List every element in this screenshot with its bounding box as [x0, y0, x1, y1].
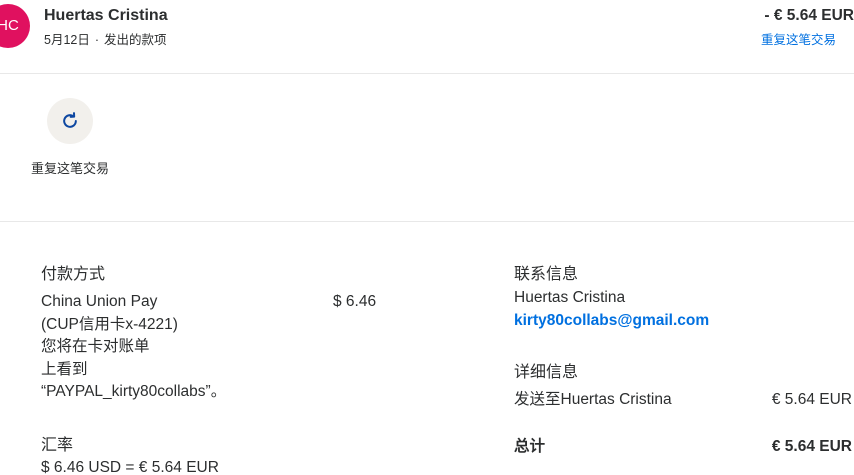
transaction-meta: 5月12日 · 发出的款项 — [44, 29, 167, 48]
contact-name: Huertas Cristina — [514, 289, 626, 306]
payment-amount: $ 6.46 — [333, 293, 377, 310]
transaction-date: 5月12日 — [44, 33, 90, 47]
divider — [0, 73, 854, 74]
repeat-icon-circle[interactable] — [47, 98, 93, 144]
exchange-rate-title: 汇率 — [41, 437, 74, 454]
divider — [0, 221, 854, 222]
sent-to-amount: € 5.64 EUR — [771, 391, 852, 408]
payment-method-name: China Union Pay — [41, 293, 158, 310]
payee-name: Huertas Cristina — [44, 7, 168, 24]
payment-method-title: 付款方式 — [41, 266, 106, 283]
transaction-type: 发出的款项 — [104, 33, 167, 47]
contact-email-link[interactable]: kirty80collabs@gmail.com — [514, 310, 709, 333]
statement-note: 上看到 — [41, 360, 88, 378]
total-amount: € 5.64 EUR — [771, 438, 852, 455]
statement-descriptor: “PAYPAL_kirty80collabs”。 — [41, 383, 227, 400]
meta-separator: · — [94, 33, 100, 47]
repeat-transaction-button[interactable]: 重复这笔交易 — [31, 98, 109, 178]
payment-method-details: China Union Pay (CUP信用卡x-4221) 您将在卡对账单 上… — [41, 291, 241, 404]
transaction-amount: - € 5.64 EUR — [764, 7, 854, 24]
avatar: HC — [0, 4, 30, 48]
exchange-rate-value: $ 6.46 USD = € 5.64 EUR — [41, 459, 219, 475]
payment-card-info: (CUP信用卡x-4221) — [41, 315, 178, 333]
statement-note: 您将在卡对账单 — [41, 338, 150, 355]
details-title: 详细信息 — [514, 364, 579, 381]
contact-info-title: 联系信息 — [514, 266, 579, 283]
sent-to-label: 发送至Huertas Cristina — [514, 391, 672, 408]
repeat-transaction-link[interactable]: 重复这笔交易 — [761, 29, 836, 48]
refresh-icon — [63, 112, 77, 128]
total-label: 总计 — [514, 438, 546, 455]
repeat-transaction-label: 重复这笔交易 — [31, 161, 110, 176]
